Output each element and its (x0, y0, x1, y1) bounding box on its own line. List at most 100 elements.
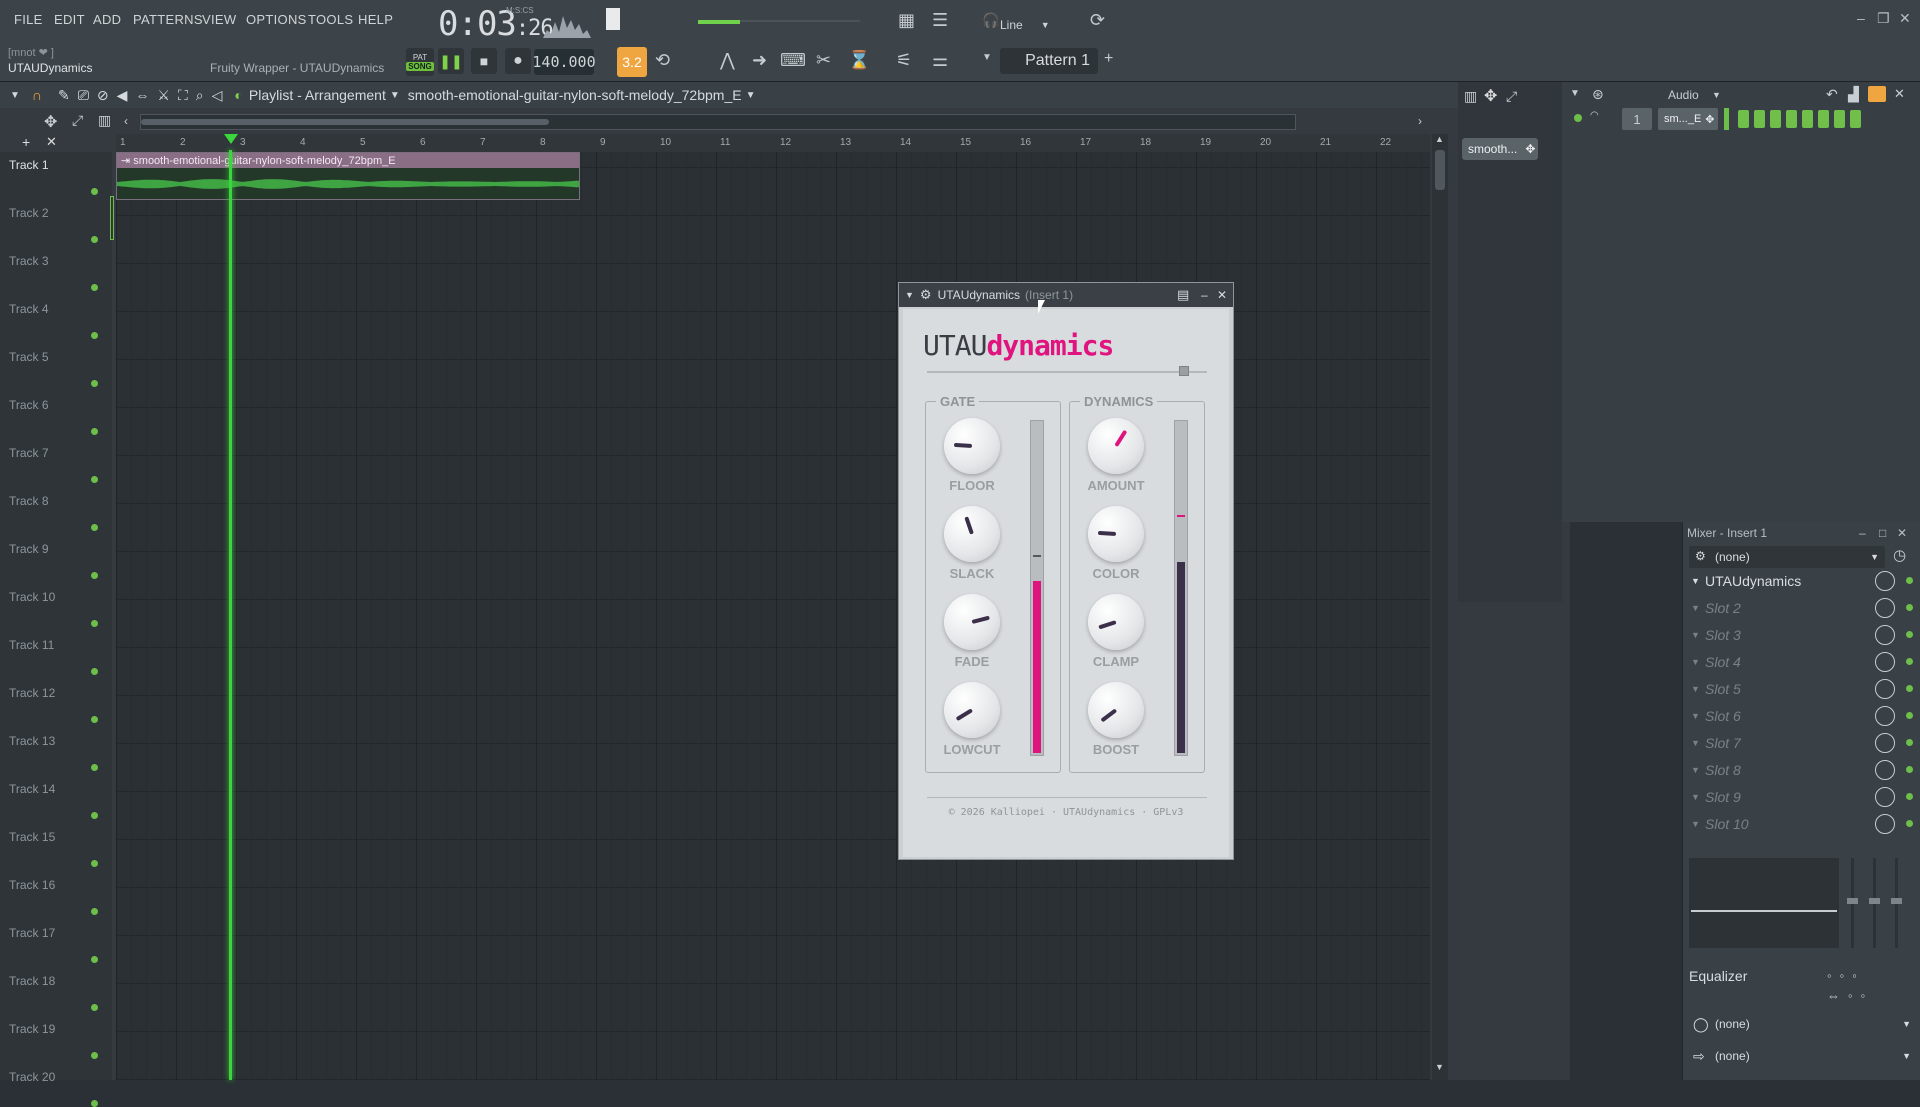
track-label[interactable]: Track 20 (9, 1070, 55, 1084)
mixer-slot[interactable]: ▼ Slot 6 (1687, 703, 1917, 729)
playlist-menu-chevron-icon[interactable]: ▼ (10, 90, 20, 101)
step-edit-icon[interactable]: ⚟ (896, 50, 912, 71)
mixer-maximize-icon[interactable]: □ (1879, 526, 1886, 540)
knob-dial[interactable] (1088, 506, 1144, 562)
channel-filter-label[interactable]: Audio (1668, 88, 1699, 102)
playlist-vertical-scrollbar[interactable]: ▲ ▼ (1432, 134, 1448, 1080)
chevron-down-icon[interactable]: ▼ (1691, 765, 1700, 775)
track-label[interactable]: Track 18 (9, 974, 55, 988)
chevron-down-icon[interactable]: ▼ (390, 90, 400, 101)
slot-enable-led[interactable] (1906, 820, 1913, 827)
track-label[interactable]: Track 3 (9, 254, 49, 268)
step-pad[interactable] (1786, 110, 1797, 128)
slot-enable-led[interactable] (1906, 766, 1913, 773)
zoom-tool-icon[interactable]: ⌕ (196, 87, 204, 104)
tempo-display[interactable]: 140.000 (532, 49, 596, 75)
menu-help[interactable]: HELP (358, 12, 393, 27)
mixer-minimize-icon[interactable]: – (1859, 526, 1866, 540)
link-icon[interactable]: ⤢ (72, 112, 83, 129)
slot-enable-led[interactable] (1906, 631, 1913, 638)
track-mute-led[interactable] (91, 956, 98, 963)
track-label[interactable]: Track 6 (9, 398, 49, 412)
track-label[interactable]: Track 17 (9, 926, 55, 940)
picker-clip-item[interactable]: smooth... ✥ (1462, 138, 1538, 160)
mixer-fader-area[interactable] (1689, 858, 1839, 948)
menu-tools[interactable]: TOOLS (308, 12, 353, 27)
playback-tool-icon[interactable]: ◁ (212, 87, 223, 104)
channel-rack-options-icon[interactable]: ⊛ (1592, 86, 1604, 103)
slot-enable-led[interactable] (1906, 793, 1913, 800)
track-label[interactable]: Track 4 (9, 302, 49, 316)
knob-dial[interactable] (944, 506, 1000, 562)
knob-dial[interactable] (1088, 682, 1144, 738)
slot-enable-led[interactable] (1906, 685, 1913, 692)
slot-mix-knob[interactable] (1875, 571, 1895, 591)
mixer-close-icon[interactable]: ✕ (1897, 526, 1907, 540)
mini-fader-handle[interactable] (1847, 898, 1858, 904)
scroll-right-icon[interactable]: › (1418, 114, 1422, 128)
step-pad[interactable] (1754, 110, 1765, 128)
track-mute-led[interactable] (91, 908, 98, 915)
loop-record-icon[interactable]: ⟲ (655, 50, 670, 71)
mixer-route-out[interactable]: ⇨ (none) ▼ (1687, 1044, 1917, 1068)
knob-floor[interactable]: FLOOR (938, 418, 1006, 502)
knob-clamp[interactable]: CLAMP (1082, 594, 1150, 678)
paint-tool-icon[interactable]: ⎚ (78, 87, 89, 104)
menu-file[interactable]: FILE (14, 12, 43, 27)
mini-fader-handle[interactable] (1869, 898, 1880, 904)
picker-grid-icon[interactable]: ▥ (1464, 88, 1477, 105)
track-mute-led[interactable] (91, 236, 98, 243)
chevron-down-icon[interactable]: ▼ (1691, 711, 1700, 721)
audio-clip[interactable]: ⇥ smooth-emotional-guitar-nylon-soft-mel… (116, 152, 580, 200)
knob-dial[interactable] (1088, 594, 1144, 650)
chevron-down-icon[interactable]: ▼ (1691, 738, 1700, 748)
step-pad[interactable] (1770, 110, 1781, 128)
knob-slack[interactable]: SLACK (938, 506, 1006, 590)
track-mute-led[interactable] (91, 1004, 98, 1011)
mixer-slot[interactable]: ▼ Slot 7 (1687, 730, 1917, 756)
track-label[interactable]: Track 8 (9, 494, 49, 508)
slot-mix-knob[interactable] (1875, 706, 1895, 726)
track-label[interactable]: Track 9 (9, 542, 49, 556)
piano-icon[interactable]: ▥ (98, 112, 111, 129)
menu-patterns[interactable]: PATTERNS (133, 12, 203, 27)
picker-link-icon[interactable]: ⤢ (1506, 88, 1517, 105)
step-pad[interactable] (1738, 110, 1749, 128)
picker-move-icon[interactable]: ✥ (1484, 86, 1497, 106)
mixer-slot[interactable]: ▼ UTAUdynamics (1687, 568, 1917, 594)
mixer-preset-select[interactable]: (none) ⚙ ▼ (1689, 546, 1885, 568)
plugin-close-icon[interactable]: ✕ (1217, 288, 1227, 302)
step-pad[interactable] (1818, 110, 1829, 128)
chevron-down-icon[interactable]: ▼ (1691, 657, 1700, 667)
pause-button[interactable]: ❚❚ (438, 48, 464, 74)
playlist-horizontal-scrollbar[interactable] (140, 114, 1296, 130)
scroll-down-icon[interactable]: ▼ (1435, 1062, 1444, 1072)
slot-enable-led[interactable] (1906, 604, 1913, 611)
mute-tool-icon[interactable]: ◀ (117, 87, 128, 104)
track-label[interactable]: Track 1 (9, 158, 49, 172)
channel-rack-icon[interactable]: ☰ (932, 10, 948, 31)
slot-mix-knob[interactable] (1875, 814, 1895, 834)
minimize-icon[interactable]: – (1857, 10, 1865, 26)
clock-icon[interactable]: ◷ (1893, 546, 1906, 564)
track-mute-led[interactable] (91, 476, 98, 483)
track-mute-led[interactable] (91, 572, 98, 579)
slot-enable-led[interactable] (1906, 712, 1913, 719)
stop-button[interactable]: ■ (471, 48, 497, 74)
slip-tool-icon[interactable]: ⇔ (135, 87, 149, 103)
chevron-down-icon[interactable]: ▼ (1691, 603, 1700, 613)
pattern-menu-chevron-icon[interactable]: ▼ (982, 52, 992, 63)
slice-tool-icon[interactable]: ⚔ (157, 87, 170, 104)
slot-mix-knob[interactable] (1875, 787, 1895, 807)
channel-mute-led[interactable] (1574, 114, 1582, 122)
playhead-marker[interactable] (229, 150, 232, 1080)
track-label[interactable]: Track 2 (9, 206, 49, 220)
track-mute-led[interactable] (91, 668, 98, 675)
channel-rack-close-icon[interactable]: ✕ (1894, 86, 1905, 102)
plugin-menu-chevron-icon[interactable]: ▼ (905, 290, 914, 300)
blend-notes-icon[interactable]: ✂ (816, 50, 831, 71)
playhead-triangle-icon[interactable] (224, 134, 238, 144)
slot-mix-knob[interactable] (1875, 652, 1895, 672)
plugin-minimize-icon[interactable]: – (1201, 288, 1208, 302)
track-label[interactable]: Track 14 (9, 782, 55, 796)
